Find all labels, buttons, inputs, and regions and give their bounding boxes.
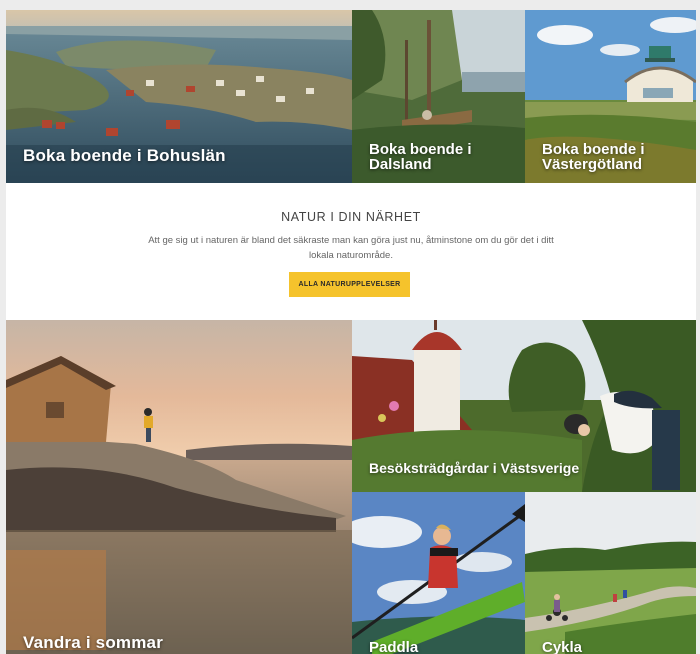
all-nature-experiences-button[interactable]: ALLA NATURUPPLEVELSER (289, 272, 410, 297)
tile-vastergotland[interactable]: Boka boende i Västergötland (525, 10, 696, 183)
tile-dalsland[interactable]: Boka boende i Dalsland (352, 10, 525, 183)
tile-paddla-label: Paddla (369, 639, 419, 654)
tile-bohuslan[interactable]: Boka boende i Bohuslän (6, 10, 352, 183)
nature-heading: NATUR I DIN NÄRHET (281, 210, 421, 224)
vandra-photo (6, 320, 352, 654)
tile-dalsland-label: Boka boende i Dalsland (369, 140, 472, 174)
content-frame: Boka boende i Bohuslän Boka boende i Dal… (6, 10, 696, 654)
tile-cykla[interactable]: Cykla (525, 492, 696, 654)
tile-vandra[interactable]: Vandra i sommar (6, 320, 352, 654)
tile-tradgardar[interactable]: Besöksträdgårdar i Västsverige (352, 320, 696, 492)
tile-tradgardar-label: Besöksträdgårdar i Västsverige (369, 460, 580, 477)
tile-bohuslan-label: Boka boende i Bohuslän (23, 146, 226, 166)
tile-cykla-label: Cykla (542, 639, 583, 654)
tile-vastergotland-label: Boka boende i Västergötland (542, 140, 645, 174)
paddla-photo (352, 492, 525, 654)
nature-section: NATUR I DIN NÄRHET Att ge sig ut i natur… (6, 183, 696, 320)
cykla-photo (525, 492, 696, 654)
nature-text: Att ge sig ut i naturen är bland det säk… (148, 235, 554, 261)
tile-vandra-label: Vandra i sommar (23, 633, 164, 653)
tile-paddla[interactable]: Paddla (352, 492, 525, 654)
